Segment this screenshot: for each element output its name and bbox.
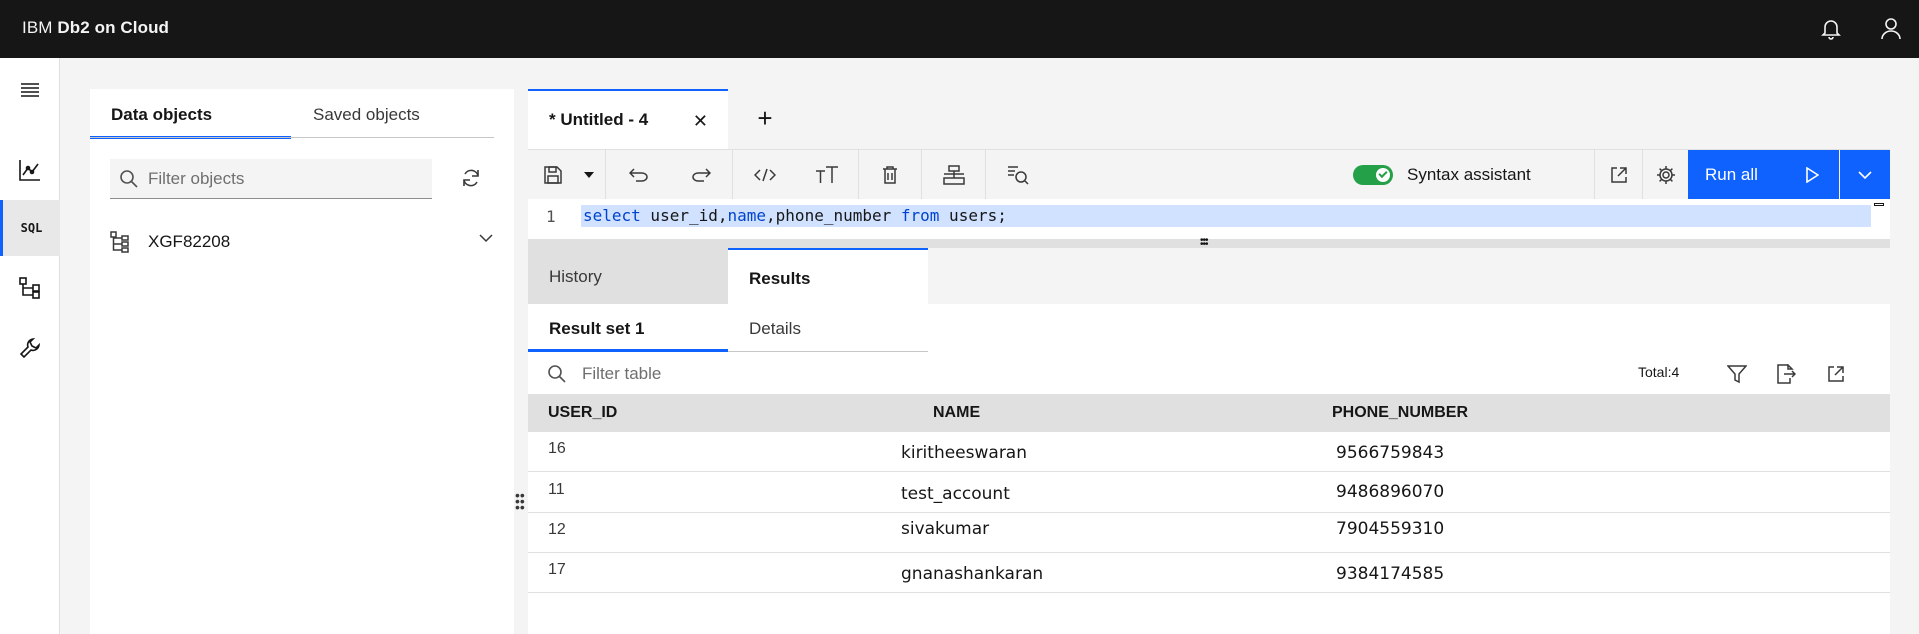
run-options-dropdown[interactable] [1840,150,1890,200]
gear-icon[interactable] [1642,150,1688,200]
save-icon[interactable] [528,150,578,200]
tab-saved-objects[interactable]: Saved objects [292,89,494,139]
left-nav-rail: SQL [0,58,60,634]
cell-name: kiritheeswaran [901,443,1027,463]
data-objects-panel: Data objects Saved objects XGF82208 [90,89,514,634]
code-format-icon[interactable] [733,150,796,200]
schema-item[interactable]: XGF82208 [110,227,494,257]
column-header-phone-number[interactable]: PHONE_NUMBER [1332,404,1468,422]
sql-token: users; [939,206,1007,225]
launch-icon[interactable] [1823,361,1849,387]
sql-editor-area: * Untitled - 4 ✕ + Syntax assistant Run … [528,89,1890,634]
search-icon [120,169,138,188]
table-row[interactable]: 11 test_account 9486896070 [528,473,1890,513]
redo-icon[interactable] [670,150,733,200]
sql-token: ,phone_number [766,206,901,225]
menu-icon[interactable] [0,62,60,118]
text-size-icon[interactable] [796,150,859,200]
brand-product: Db2 on Cloud [57,18,170,37]
file-tab-name: * Untitled - 4 [549,110,649,129]
explain-plan-icon[interactable] [922,150,986,200]
row-total: Total:4 [1638,364,1680,380]
minimap-indicator [1874,203,1884,206]
search-history-icon[interactable] [986,150,1050,200]
sql-line[interactable]: select user_id,name,phone_number from us… [581,205,1871,227]
editor-toolbar: Syntax assistant Run all [528,149,1890,200]
tab-results[interactable]: Results [728,248,928,304]
drag-handle-icon: ••• ••• [1200,235,1208,250]
launch-icon[interactable] [1596,150,1642,200]
syntax-assistant-label: Syntax assistant [1407,165,1531,184]
brand-prefix: IBM [22,18,53,37]
add-tab-button[interactable]: + [750,105,780,135]
play-icon [1806,167,1819,183]
line-number: 1 [546,207,556,226]
filter-icon[interactable] [1724,361,1750,387]
cell-phone-number: 9384174585 [1336,564,1445,584]
chevron-down-icon [1858,171,1872,180]
column-header-name[interactable]: NAME [933,404,980,422]
column-header-user-id[interactable]: USER_ID [548,404,617,422]
tab-details[interactable]: Details [728,304,928,352]
rail-item-sql[interactable]: SQL [0,200,60,256]
syntax-assistant-toggle[interactable]: Syntax assistant [1353,162,1531,188]
brand-title[interactable]: IBM Db2 on Cloud [22,18,169,38]
table-row[interactable]: 16 kiritheeswaran 9566759843 [528,432,1890,472]
sql-token: name [727,206,767,225]
chart-icon[interactable] [0,142,60,198]
run-all-label: Run all [1705,165,1758,184]
cell-name: gnanashankaran [901,564,1044,584]
filter-table-input[interactable] [582,364,982,384]
cell-name: test_account [901,484,1010,504]
cell-phone-number: 7904559310 [1336,519,1445,539]
table-row[interactable]: 17 gnanashankaran 9384174585 [528,553,1890,593]
tab-untitled-4[interactable]: * Untitled - 4 ✕ [528,89,728,149]
code-editor[interactable]: 1 select user_id,name,phone_number from … [528,199,1890,239]
results-tabs: History Results [528,248,1890,304]
run-all-button[interactable]: Run all [1688,150,1839,200]
toolbar-divider [1594,150,1595,200]
export-icon[interactable] [1773,361,1799,387]
sql-icon: SQL [20,221,43,235]
filter-objects-input[interactable] [148,168,418,189]
table-row[interactable]: 12 sivakumar 7904559310 [528,513,1890,553]
sql-token: from [900,206,940,225]
cell-user-id: 16 [548,440,566,457]
tab-history[interactable]: History [528,248,728,304]
toggle-switch[interactable] [1353,165,1393,185]
sql-token: select [583,206,641,225]
schema-tree-icon[interactable] [0,260,60,316]
cell-name: sivakumar [901,519,990,539]
cell-phone-number: 9486896070 [1336,482,1445,502]
tab-divider [90,137,494,138]
schema-name: XGF82208 [148,232,231,251]
bell-icon[interactable] [1816,14,1846,44]
chevron-down-icon[interactable] [572,150,606,200]
wrench-icon[interactable] [0,320,60,376]
search-icon [548,365,566,383]
top-header: IBM Db2 on Cloud [0,0,1919,58]
cell-phone-number: 9566759843 [1336,443,1445,463]
schema-tree-icon [110,231,129,253]
cell-user-id: 12 [548,521,566,538]
tab-data-objects[interactable]: Data objects [90,89,291,139]
trash-icon[interactable] [859,150,922,200]
cell-user-id: 17 [548,561,566,578]
drag-handle-icon[interactable]: •• •• •• [515,488,525,514]
close-icon[interactable]: ✕ [693,111,708,132]
refresh-icon[interactable] [460,167,484,191]
chevron-down-icon[interactable] [478,233,494,243]
filter-objects-field [110,159,432,199]
table-header: USER_ID NAME PHONE_NUMBER [528,394,1890,432]
sql-token: user_id, [640,206,728,225]
results-panel: Result set 1 Details Total:4 USER_ID NAM… [528,304,1890,634]
filter-table-field [528,354,1890,394]
undo-icon[interactable] [607,150,670,200]
user-icon[interactable] [1876,14,1906,44]
cell-user-id: 11 [548,481,565,498]
tab-result-set-1[interactable]: Result set 1 [528,304,728,352]
pane-resize-handle[interactable]: ••• ••• [528,235,1890,250]
